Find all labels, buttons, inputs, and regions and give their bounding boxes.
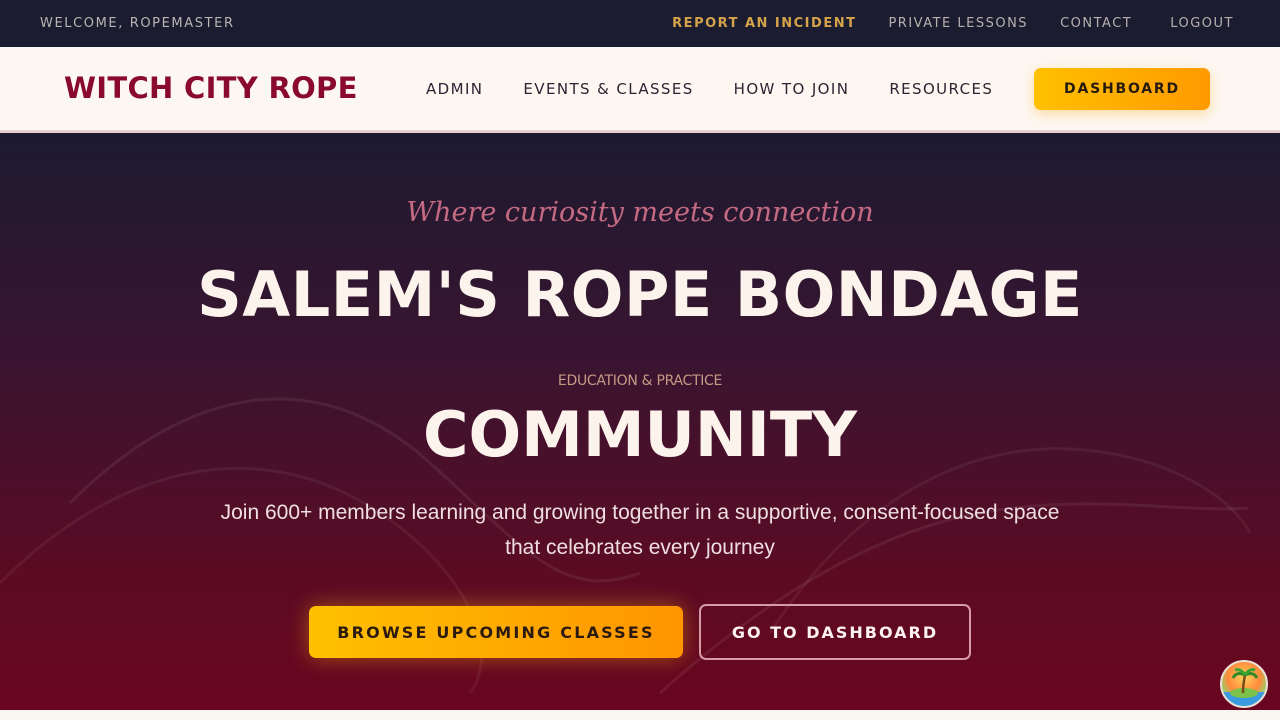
main-nav: ADMIN EVENTS & CLASSES HOW TO JOIN RESOU… [426, 80, 1033, 98]
welcome-message: WELCOME, ROPEMASTER [40, 16, 235, 31]
report-incident-link[interactable]: REPORT AN INCIDENT [672, 16, 856, 31]
beach-sunset-icon[interactable] [1220, 660, 1268, 708]
private-lessons-link[interactable]: PRIVATE LESSONS [888, 16, 1028, 31]
hero-headline-community: COMMUNITY [422, 398, 858, 471]
nav-how-to-join[interactable]: HOW TO JOIN [734, 80, 850, 98]
palm-tree-icon [1222, 668, 1266, 706]
contact-link[interactable]: CONTACT [1060, 16, 1132, 31]
hero-headline: SALEM'S ROPE BONDAGE [197, 258, 1083, 331]
main-header: WITCH CITY ROPE ADMIN EVENTS & CLASSES H… [0, 47, 1280, 133]
hero-kicker: EDUCATION & PRACTICE [557, 373, 723, 389]
browse-classes-button[interactable]: BROWSE UPCOMING CLASSES [309, 606, 683, 658]
nav-admin[interactable]: ADMIN [426, 80, 483, 98]
logout-link[interactable]: LOGOUT [1170, 16, 1234, 31]
utility-nav: REPORT AN INCIDENT PRIVATE LESSONS CONTA… [672, 16, 1234, 31]
brand-logo[interactable]: WITCH CITY ROPE [64, 71, 358, 105]
hero-section: Where curiosity meets connection SALEM'S… [0, 133, 1280, 710]
dashboard-button[interactable]: DASHBOARD [1034, 68, 1210, 110]
go-to-dashboard-button[interactable]: GO TO DASHBOARD [699, 604, 971, 660]
hero-tagline: Where curiosity meets connection [406, 197, 874, 228]
utility-bar: WELCOME, ROPEMASTER REPORT AN INCIDENT P… [0, 0, 1280, 47]
nav-resources[interactable]: RESOURCES [889, 80, 993, 98]
hero-description: Join 600+ members learning and growing t… [220, 501, 1060, 559]
nav-events-classes[interactable]: EVENTS & CLASSES [523, 80, 693, 98]
